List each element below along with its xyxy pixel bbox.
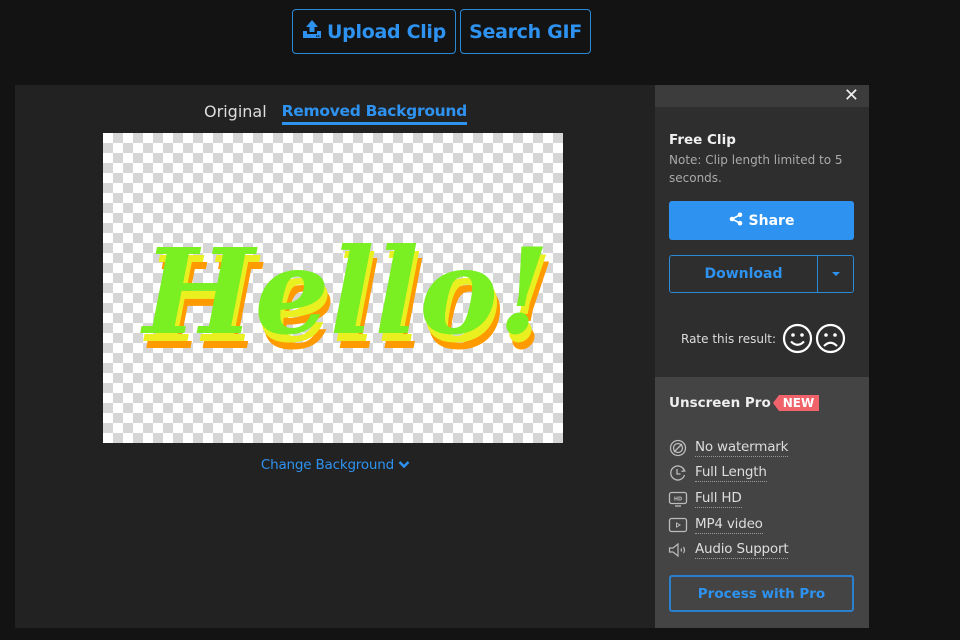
share-button[interactable]: Share (669, 201, 854, 240)
upload-icon (302, 19, 322, 44)
feature-label: Audio Support (695, 541, 789, 560)
preview-canvas: Hello! Hello! Hello! (103, 133, 563, 443)
svg-text:HD: HD (674, 496, 682, 502)
tab-original[interactable]: Original (204, 102, 267, 125)
video-play-icon (668, 516, 688, 534)
process-with-pro-button[interactable]: Process with Pro (669, 575, 854, 612)
feature-item: No watermark (668, 435, 788, 461)
rate-label: Rate this result: (681, 331, 777, 346)
feature-item: Full Length (668, 461, 788, 487)
rating-row: Rate this result: (681, 323, 846, 354)
feature-label: Full HD (695, 489, 742, 508)
feature-label: Full Length (695, 464, 767, 483)
change-background-button[interactable]: Change Background (15, 457, 656, 473)
sidebar-header: ✕ (655, 85, 869, 107)
smiley-face-icon[interactable] (782, 323, 813, 354)
free-clip-title: Free Clip (669, 132, 736, 148)
download-button-group: Download (669, 255, 854, 293)
view-tabs: Original Removed Background (15, 102, 656, 125)
caret-down-icon (831, 272, 840, 276)
change-background-label: Change Background (260, 457, 395, 473)
hello-text-graphic: Hello! Hello! Hello! (140, 222, 556, 376)
result-sidebar: ✕ Free Clip Note: Clip length limited to… (655, 85, 869, 628)
search-gif-label: Search GIF (469, 20, 582, 43)
download-button[interactable]: Download (670, 256, 817, 292)
editor-panel: Original Removed Background Hello! Hello… (15, 85, 656, 628)
no-watermark-icon (668, 439, 688, 457)
feature-label: MP4 video (695, 515, 763, 534)
feature-item: Audio Support (668, 537, 789, 563)
upload-clip-label: Upload Clip (327, 20, 446, 43)
feature-item: MP4 video (668, 512, 788, 538)
share-icon (729, 212, 743, 230)
tab-removed-background[interactable]: Removed Background (281, 102, 467, 125)
chevron-down-icon (398, 457, 410, 473)
download-options-dropdown[interactable] (817, 256, 853, 292)
sad-face-icon[interactable] (815, 323, 846, 354)
hd-monitor-icon: HD (668, 490, 688, 508)
share-label: Share (748, 212, 795, 229)
pro-title-row: Unscreen Pro NEW (669, 395, 820, 411)
pro-title: Unscreen Pro (669, 395, 771, 411)
pro-feature-list: No watermark Full Length HD Full HD MP4 … (668, 435, 789, 563)
feature-label: No watermark (695, 438, 789, 457)
close-icon[interactable]: ✕ (844, 87, 859, 105)
speaker-icon (668, 541, 688, 559)
new-badge: NEW (772, 395, 820, 411)
upload-clip-button[interactable]: Upload Clip (292, 9, 456, 54)
free-clip-note: Note: Clip length limited to 5 seconds. (669, 153, 843, 185)
search-gif-button[interactable]: Search GIF (460, 9, 591, 54)
hello-text-front-layer: Hello! (140, 222, 550, 361)
unscreen-pro-section: Unscreen Pro NEW No watermark Full Lengt… (655, 377, 869, 628)
clock-icon (668, 464, 688, 482)
feature-item: HD Full HD (668, 486, 788, 512)
